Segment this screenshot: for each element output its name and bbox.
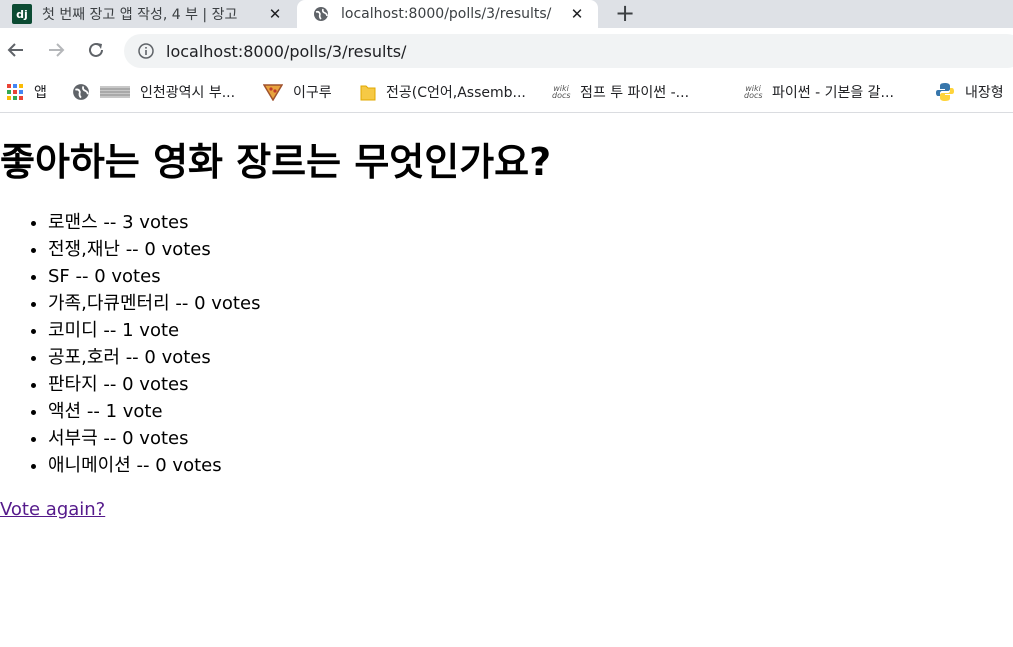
choice-text: 애니메이션 (48, 455, 131, 476)
choice-text: 로맨스 (48, 212, 98, 233)
results-list: 로맨스 -- 3 votes 전쟁,재난 -- 0 votes SF -- 0 … (0, 209, 260, 479)
new-tab-button[interactable]: + (612, 0, 638, 28)
bookmark-label: 점프 투 파이썬 -... (580, 85, 690, 101)
separator: -- (119, 347, 145, 368)
vote-count: 3 votes (122, 212, 189, 233)
vote-count: 1 vote (105, 401, 163, 422)
python-icon (935, 82, 955, 102)
result-item: 가족,다큐멘터리 -- 0 votes (48, 290, 260, 317)
wikidocs-icon: wiki docs (744, 84, 763, 100)
wikidocs-icon: wiki docs (552, 84, 571, 100)
tab-poll-results[interactable]: localhost:8000/polls/3/results/ ✕ (297, 0, 598, 28)
apps-grid-icon (6, 83, 24, 101)
arrow-left-icon (7, 43, 23, 57)
tab-django-tutorial[interactable]: dj 첫 번째 장고 앱 작성, 4 부 | 장고 ✕ (0, 0, 297, 28)
separator: -- (97, 320, 123, 341)
result-item: 코미디 -- 1 vote (48, 317, 260, 344)
bookmark-python-basics[interactable]: wiki docs 파이썬 - 기본을 갈... (744, 80, 894, 104)
back-button[interactable] (4, 38, 28, 62)
choice-text: 판타지 (48, 374, 98, 395)
bookmark-label: 전공(C언어,Assemb... (386, 85, 526, 101)
choice-text: 가족,다큐멘터리 (48, 293, 170, 314)
browser-toolbar: localhost:8000/polls/3/results/ (0, 28, 1013, 72)
vote-count: 0 votes (194, 293, 261, 314)
vote-count: 0 votes (144, 239, 211, 260)
vote-count: 0 votes (122, 428, 189, 449)
info-icon[interactable] (138, 43, 154, 59)
vote-count: 0 votes (122, 374, 189, 395)
choice-text: 공포,호러 (48, 347, 120, 368)
bookmark-label: 이구루 (293, 85, 332, 101)
bookmark-jump-to-python[interactable]: wiki docs 점프 투 파이썬 -... (552, 80, 689, 104)
result-item: 전쟁,재난 -- 0 votes (48, 236, 260, 263)
result-item: 서부극 -- 0 votes (48, 425, 260, 452)
address-bar[interactable]: localhost:8000/polls/3/results/ (124, 34, 1013, 68)
vote-count: 0 votes (94, 266, 161, 287)
separator: -- (97, 212, 123, 233)
bookmark-label: 파이썬 - 기본을 갈... (772, 85, 894, 101)
separator: -- (97, 428, 123, 449)
result-item: 액션 -- 1 vote (48, 398, 260, 425)
bookmark-folder-major[interactable]: 전공(C언어,Assemb... (360, 80, 526, 104)
globe-icon (313, 6, 329, 22)
result-item: 공포,호러 -- 0 votes (48, 344, 260, 371)
separator: -- (69, 266, 95, 287)
result-item: SF -- 0 votes (48, 263, 260, 290)
separator: -- (97, 374, 123, 395)
choice-text: 액션 (48, 401, 82, 422)
bookmark-label: 인천광역시 부... (140, 85, 236, 101)
site-logo-icon (100, 86, 130, 98)
arrow-right-icon (49, 43, 65, 57)
tab-strip: dj 첫 번째 장고 앱 작성, 4 부 | 장고 ✕ localhost:80… (0, 0, 1013, 28)
separator: -- (119, 239, 145, 260)
vote-count: 0 votes (144, 347, 211, 368)
bookmark-label: 내장형 (965, 85, 1004, 101)
result-item: 애니메이션 -- 0 votes (48, 452, 260, 479)
tab-title: localhost:8000/polls/3/results/ (341, 6, 552, 22)
result-item: 로맨스 -- 3 votes (48, 209, 260, 236)
bookmarks-bar: 앱 인천광역시 부... 이구루 전공(C언어,Assemb... wiki do… (0, 72, 1013, 113)
bookmark-incheon[interactable]: 인천광역시 부... (72, 80, 235, 104)
bookmark-label: 앱 (34, 85, 47, 101)
choice-text: 서부극 (48, 428, 98, 449)
bookmark-apps[interactable]: 앱 (6, 80, 47, 104)
close-tab-icon[interactable]: ✕ (264, 5, 286, 23)
forward-button[interactable] (44, 38, 68, 62)
tab-title: 첫 번째 장고 앱 작성, 4 부 | 장고 (42, 7, 238, 23)
choice-text: 전쟁,재난 (48, 239, 120, 260)
folder-icon (360, 83, 376, 101)
choice-text: 코미디 (48, 320, 98, 341)
reload-icon (89, 42, 103, 57)
pizza-icon (263, 83, 283, 101)
bookmark-igurru[interactable]: 이구루 (263, 80, 332, 104)
choice-text: SF (48, 266, 70, 287)
separator: -- (130, 455, 156, 476)
bookmark-builtin[interactable]: 내장형 (935, 80, 1004, 104)
django-icon: dj (12, 4, 32, 24)
vote-count: 0 votes (155, 455, 222, 476)
page-content: 좋아하는 영화 장르는 무엇인가요? 로맨스 -- 3 votes 전쟁,재난 … (0, 113, 1013, 647)
vote-again-link[interactable]: Vote again? (0, 499, 105, 520)
result-item: 판타지 -- 0 votes (48, 371, 260, 398)
reload-button[interactable] (84, 38, 108, 62)
globe-icon (72, 83, 90, 101)
poll-question: 좋아하는 영화 장르는 무엇인가요? (0, 140, 552, 184)
url-text: localhost:8000/polls/3/results/ (166, 41, 407, 61)
vote-count: 1 vote (122, 320, 180, 341)
close-tab-icon[interactable]: ✕ (566, 5, 588, 23)
separator: -- (81, 401, 106, 422)
separator: -- (169, 293, 195, 314)
